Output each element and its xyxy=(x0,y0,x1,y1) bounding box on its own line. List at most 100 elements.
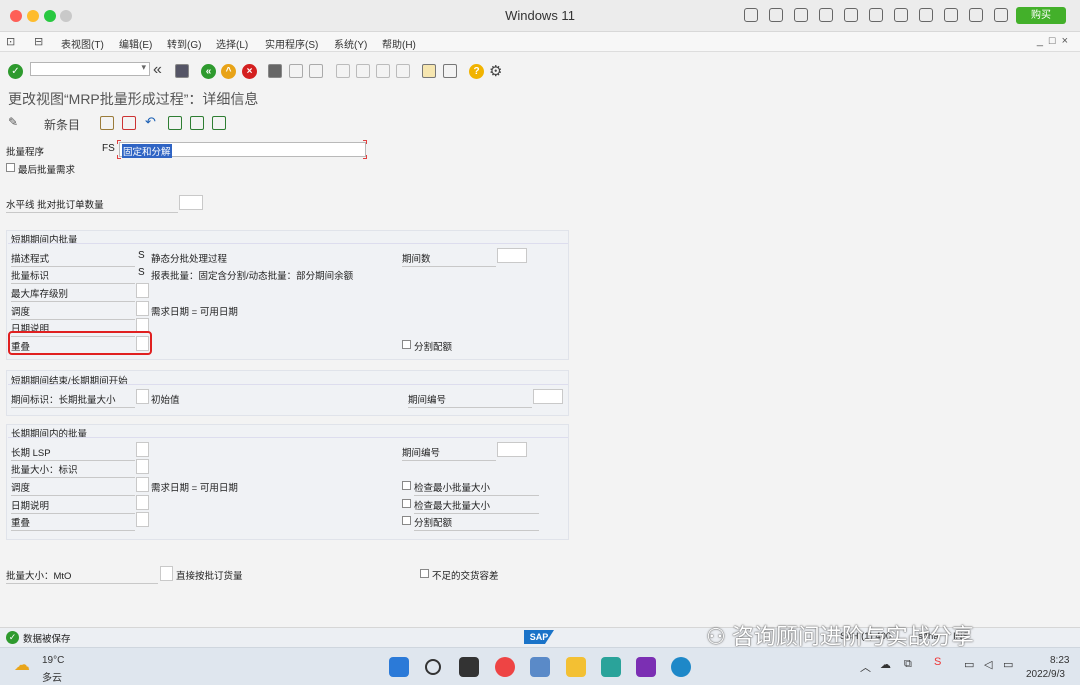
copy-as-icon[interactable] xyxy=(100,116,114,130)
network-icon[interactable] xyxy=(844,8,858,22)
desc-label: 描述程式 xyxy=(11,251,135,267)
settings-gear-icon[interactable] xyxy=(994,8,1008,22)
camera-icon[interactable] xyxy=(944,8,958,22)
transition-period-no-label: 期间编号 xyxy=(408,392,532,408)
ime-icon[interactable]: ⧉ xyxy=(904,658,912,671)
lot-ind-field[interactable] xyxy=(136,459,149,474)
shortcut-icon[interactable] xyxy=(443,64,457,78)
cloud-icon[interactable]: ☁ xyxy=(880,658,891,671)
menu-utilities[interactable]: 实用程序(S) xyxy=(265,36,318,51)
clock-time[interactable]: 8:23 xyxy=(1050,655,1069,666)
mto-field[interactable] xyxy=(160,566,173,581)
screenshot-icon[interactable] xyxy=(969,8,983,22)
under-delivery-checkbox[interactable] xyxy=(420,569,429,578)
help-icon[interactable]: ? xyxy=(469,64,484,79)
lot-procedure-text-field[interactable]: 固定和分解 xyxy=(119,142,366,158)
menu-system[interactable]: 系统(Y) xyxy=(334,36,367,51)
battery-icon[interactable]: ▭ xyxy=(1003,658,1013,671)
weather-icon[interactable]: ☁ xyxy=(14,655,30,675)
menu-help[interactable]: 帮助(H) xyxy=(382,36,416,51)
display-icon[interactable]: ▭ xyxy=(964,658,974,671)
input-method-icon[interactable]: S xyxy=(934,656,941,668)
clock-date[interactable]: 2022/9/3 xyxy=(1026,669,1065,680)
long-period-no-field[interactable] xyxy=(497,442,527,457)
next-entry-icon[interactable] xyxy=(190,116,204,130)
chrome-icon[interactable] xyxy=(495,657,515,677)
print-icon[interactable] xyxy=(268,64,282,78)
search-icon[interactable] xyxy=(425,659,441,675)
menu-selection[interactable]: 选择(L) xyxy=(216,36,248,51)
onenote-icon[interactable] xyxy=(636,657,656,677)
volume-icon[interactable] xyxy=(869,8,883,22)
scheduling-field[interactable] xyxy=(136,301,149,316)
edge-icon[interactable] xyxy=(671,657,691,677)
speaker-icon[interactable]: ◁ xyxy=(984,658,992,671)
undo-icon[interactable]: ↶ xyxy=(145,114,156,130)
split-quota-checkbox[interactable] xyxy=(402,340,411,349)
collapse-icon[interactable]: « xyxy=(153,61,162,79)
chevron-down-icon[interactable]: ▾ xyxy=(141,62,146,73)
long-split-quota-checkbox[interactable] xyxy=(402,516,411,525)
exit-menu-icon[interactable]: ⊡ xyxy=(6,35,15,48)
usb-icon[interactable] xyxy=(794,8,808,22)
tray-arrow-icon[interactable]: ︿ xyxy=(860,659,871,675)
status-message: 数据被保存 xyxy=(23,634,71,645)
save-icon[interactable] xyxy=(175,64,189,78)
direct-order-text: 直接按批订货量 xyxy=(176,571,243,582)
last-lot-req-checkbox[interactable] xyxy=(6,163,15,172)
long-date-spec-field[interactable] xyxy=(136,495,149,510)
display-change-icon[interactable]: ✎ xyxy=(8,115,18,129)
command-field[interactable]: ▾ xyxy=(30,62,150,76)
period-ind-field[interactable] xyxy=(136,389,149,404)
periods-label: 期间数 xyxy=(402,251,496,267)
start-icon[interactable] xyxy=(389,657,409,677)
first-page-icon[interactable] xyxy=(336,64,350,78)
long-scheduling-field[interactable] xyxy=(136,477,149,492)
weather-temp[interactable]: 19°C xyxy=(42,655,64,666)
exit-icon[interactable]: ^ xyxy=(221,64,236,79)
new-entries-button[interactable]: 新条目 xyxy=(44,116,80,133)
long-scheduling-label: 调度 xyxy=(11,480,135,496)
find-icon[interactable] xyxy=(289,64,303,78)
transition-period-no-field[interactable] xyxy=(533,389,563,404)
max-stock-field[interactable] xyxy=(136,283,149,298)
enter-check-icon[interactable]: ✓ xyxy=(8,64,23,79)
window-controls[interactable]: _□× xyxy=(1037,35,1074,47)
layout-menu-icon[interactable]: ⊟ xyxy=(34,35,43,48)
periods-field[interactable] xyxy=(497,248,527,263)
weather-desc[interactable]: 多云 xyxy=(42,669,62,684)
cpu-icon[interactable] xyxy=(769,8,783,22)
select-entry-icon[interactable] xyxy=(212,116,226,130)
last-page-icon[interactable] xyxy=(396,64,410,78)
back-icon[interactable]: « xyxy=(201,64,216,79)
long-overlap-field[interactable] xyxy=(136,512,149,527)
file-explorer-icon[interactable] xyxy=(566,657,586,677)
microphone-icon[interactable] xyxy=(894,8,908,22)
app-icon[interactable] xyxy=(601,657,621,677)
sap-gui-icon[interactable] xyxy=(530,657,550,677)
lsp-field[interactable] xyxy=(136,442,149,457)
customize-gear-icon[interactable]: ⚙ xyxy=(489,62,502,80)
horizon-field[interactable] xyxy=(179,195,203,210)
delete-icon[interactable] xyxy=(122,116,136,130)
field-corner-mark xyxy=(117,140,121,144)
success-check-icon: ✓ xyxy=(6,631,19,644)
keyboard-icon[interactable] xyxy=(744,8,758,22)
check-max-checkbox[interactable] xyxy=(402,499,411,508)
menu-table-view[interactable]: 表视图(T) xyxy=(61,36,104,51)
horizon-label: 水平线 批对批订单数量 xyxy=(6,197,178,213)
find-next-icon[interactable] xyxy=(309,64,323,78)
previous-entry-icon[interactable] xyxy=(168,116,182,130)
drive-icon[interactable] xyxy=(919,8,933,22)
menu-edit[interactable]: 编辑(E) xyxy=(119,36,152,51)
menu-goto[interactable]: 转到(G) xyxy=(167,36,201,51)
buy-button[interactable]: 购买 xyxy=(1016,7,1066,24)
previous-page-icon[interactable] xyxy=(356,64,370,78)
cancel-icon[interactable]: × xyxy=(242,64,257,79)
group-divider xyxy=(8,243,568,244)
disc-icon[interactable] xyxy=(819,8,833,22)
next-page-icon[interactable] xyxy=(376,64,390,78)
create-session-icon[interactable] xyxy=(422,64,436,78)
task-view-icon[interactable] xyxy=(459,657,479,677)
check-min-checkbox[interactable] xyxy=(402,481,411,490)
